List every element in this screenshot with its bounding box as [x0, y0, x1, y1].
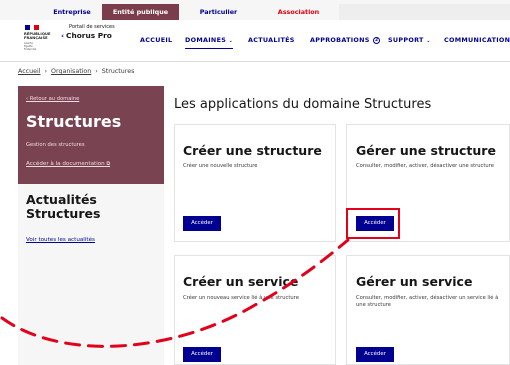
breadcrumb-accueil[interactable]: Accueil	[18, 68, 41, 75]
approbations-count-badge: 2	[373, 37, 381, 44]
republic-name: RÉPUBLIQUE FRANÇAISE	[24, 32, 51, 40]
breadcrumb-separator-icon: ›	[95, 68, 98, 75]
nav-support-label: SUPPORT	[388, 36, 424, 44]
breadcrumb-organisation[interactable]: Organisation	[51, 68, 91, 75]
acceder-button[interactable]: Accéder	[356, 347, 394, 362]
republic-line2: FRANÇAISE	[24, 36, 48, 40]
tab-association[interactable]: Association	[258, 4, 339, 20]
card-title: Créer un service	[183, 274, 299, 289]
breadcrumb: Accueil › Organisation › Structures	[18, 68, 134, 75]
external-link-icon: ⧉	[106, 161, 111, 167]
nav-domaines[interactable]: DOMAINES ⌄	[185, 36, 234, 49]
page-title: Les applications du domaine Structures	[174, 97, 432, 112]
domain-subtitle: Gestion des structures	[26, 142, 85, 148]
card-title: Gérer un service	[356, 274, 473, 289]
documentation-link[interactable]: Accéder à la documentation ⧉	[26, 161, 110, 167]
all-news-link[interactable]: Voir toutes les actualités	[26, 237, 95, 243]
card-description: Créer une nouvelle structure	[183, 163, 258, 169]
back-to-domain-link[interactable]: ‹ Retour au domaine	[26, 96, 79, 102]
nav-approbations-label: APPROBATIONS	[310, 36, 370, 44]
breadcrumb-separator-icon: ›	[44, 68, 48, 75]
nav-actualites[interactable]: ACTUALITÉS	[248, 36, 295, 44]
marianne-flag-icon	[25, 25, 40, 30]
back-to-domain-label: Retour au domaine	[29, 96, 80, 102]
portal-logo[interactable]: ‹ Chorus Pro	[61, 31, 112, 40]
card-title: Créer une structure	[183, 143, 322, 158]
breadcrumb-current: Structures	[101, 68, 135, 75]
acceder-button[interactable]: Accéder	[183, 347, 221, 362]
chevron-down-icon: ⌄	[426, 38, 431, 44]
nav-support[interactable]: SUPPORT ⌄	[388, 36, 431, 44]
card-description: Créer un nouveau service lié à une struc…	[183, 295, 299, 301]
chorus-logo-icon: ‹	[61, 31, 65, 40]
site-header: RÉPUBLIQUE FRANÇAISE Liberté Égalité Fra…	[0, 20, 510, 62]
audience-tab-bar: Entreprise Entité publique Particulier A…	[0, 0, 510, 20]
nav-communication[interactable]: COMMUNICATION	[444, 36, 510, 44]
tab-particulier[interactable]: Particulier	[180, 4, 257, 20]
news-title: Actualités Structures	[26, 192, 101, 221]
tab-bar-filler	[339, 4, 510, 20]
domain-title: Structures	[26, 112, 122, 131]
highlight-box	[346, 208, 400, 239]
card-description: Consulter, modifier, activer, désactiver…	[356, 163, 494, 169]
card-description: Consulter, modifier, activer, désactiver…	[356, 295, 499, 308]
documentation-link-label: Accéder à la documentation	[26, 161, 105, 167]
portal-label: Portail de services	[69, 24, 115, 30]
nav-approbations[interactable]: APPROBATIONS 2	[310, 36, 381, 44]
card-title: Gérer une structure	[356, 143, 496, 158]
chevron-down-icon: ⌄	[228, 38, 234, 44]
tab-entite-publique[interactable]: Entité publique	[102, 4, 179, 20]
portal-name: Chorus Pro	[66, 31, 112, 40]
nav-domaines-label: DOMAINES	[185, 36, 227, 44]
nav-accueil[interactable]: ACCUEIL	[140, 36, 172, 44]
acceder-button[interactable]: Accéder	[183, 216, 221, 231]
republic-motto: Liberté Égalité Fraternité	[24, 42, 37, 51]
